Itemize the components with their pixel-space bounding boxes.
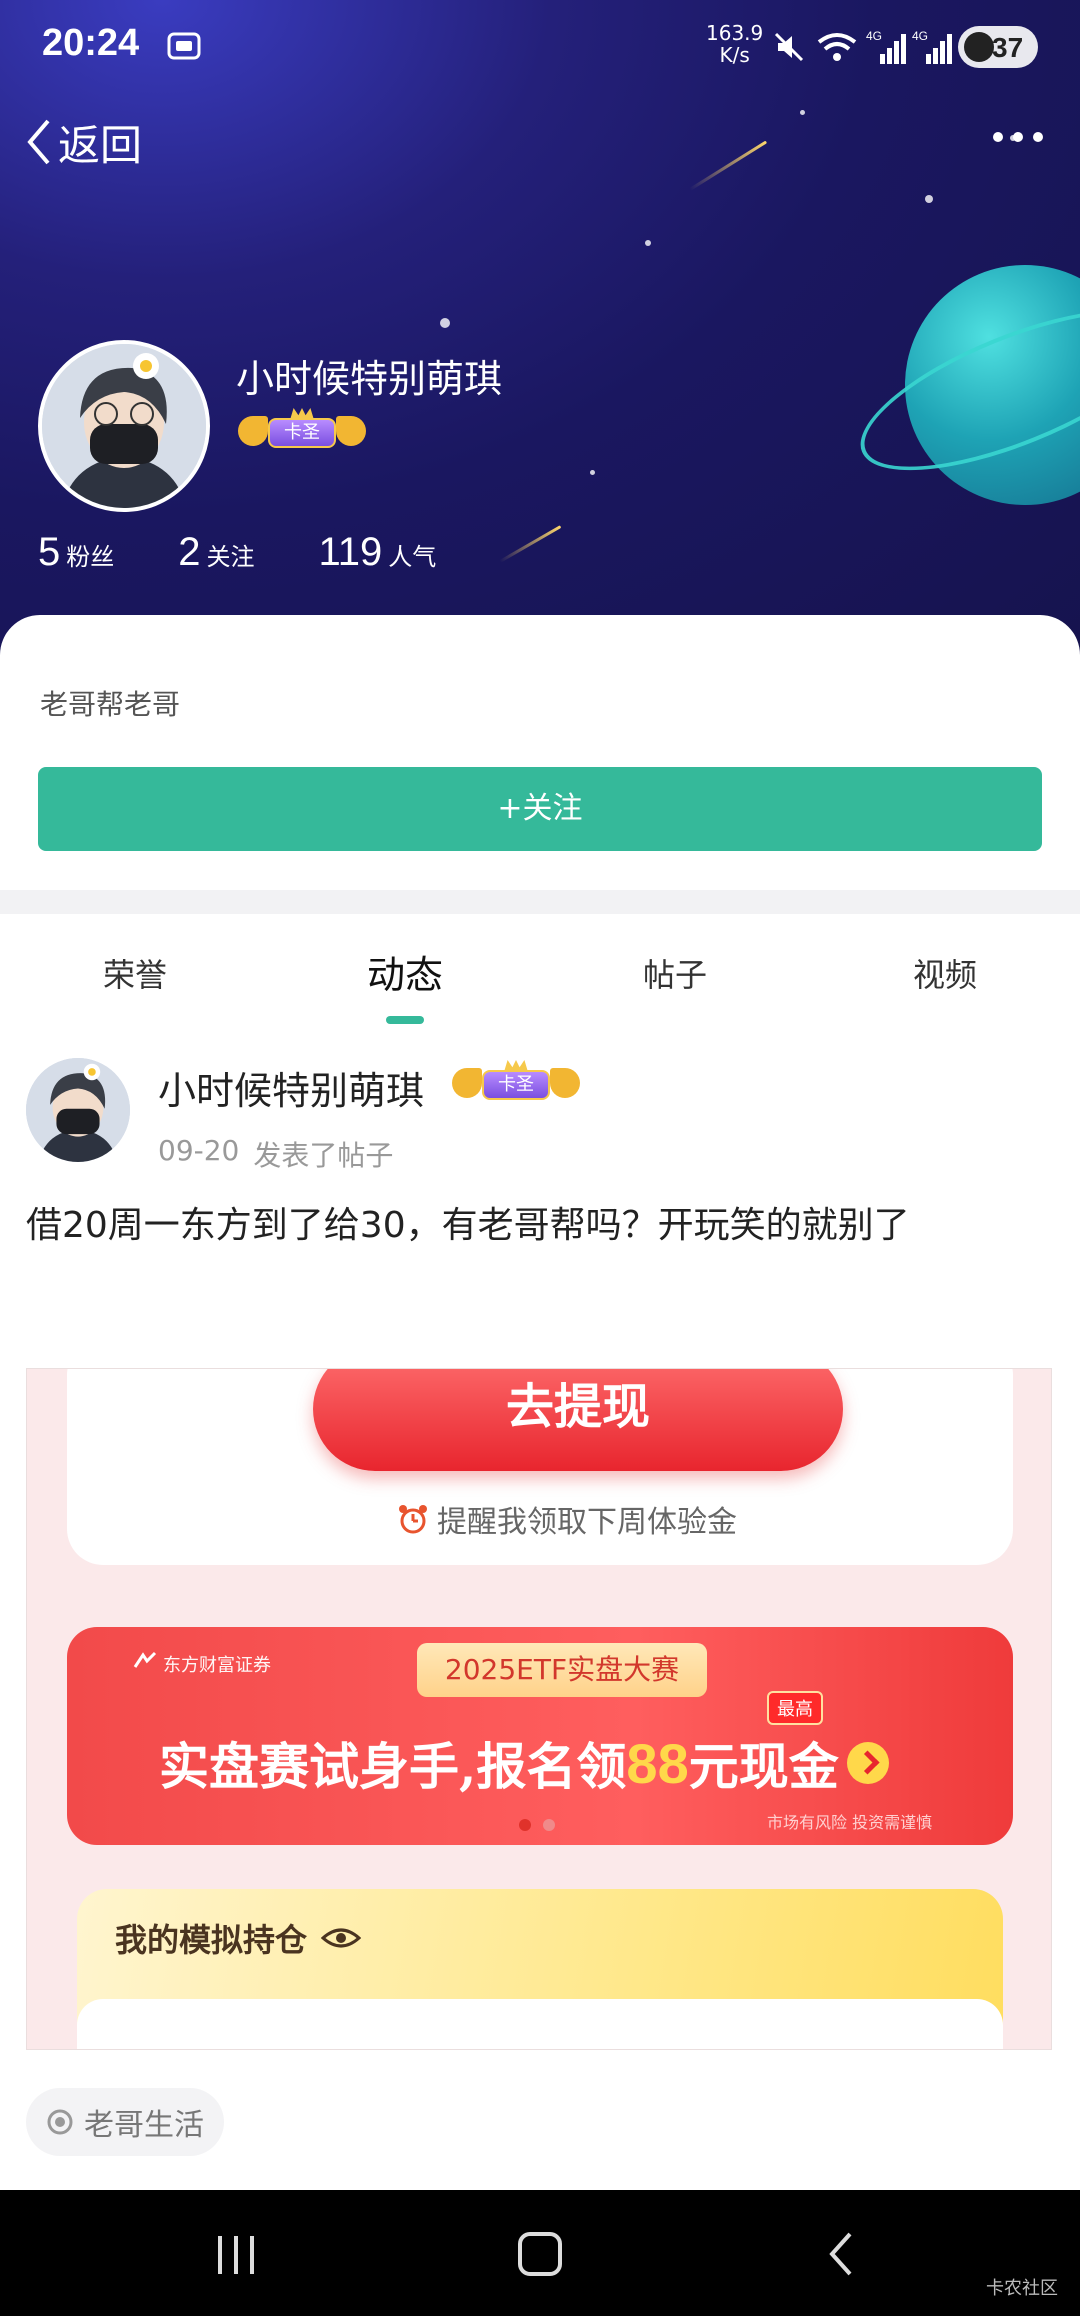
post-meta: 09-20 发表了帖子 xyxy=(158,1134,393,1174)
image-withdraw-button: 去提现 xyxy=(313,1369,843,1471)
net-speed-unit: K/s xyxy=(719,43,750,67)
post-image[interactable]: 去提现 提醒我领取下周体验金 东方财富证券 2025ETF实盘大赛 最高 实盘赛… xyxy=(26,1368,1052,2050)
shooting-star-decor xyxy=(689,140,768,191)
tab-videos[interactable]: 视频 xyxy=(913,950,977,996)
banner-headline: 实盘赛试身手,报名领 88 元现金 xyxy=(159,1727,889,1799)
star-decor xyxy=(440,318,450,328)
shooting-star-decor xyxy=(499,525,562,563)
rank-badge-label: 卡圣 xyxy=(268,418,336,448)
cell-signal-icon: 4G xyxy=(866,29,906,64)
cell-signal-icon: 4G xyxy=(912,29,952,64)
post-author-avatar[interactable] xyxy=(26,1058,130,1162)
screen-record-icon xyxy=(167,32,201,60)
brand-logo-icon xyxy=(133,1651,157,1668)
stat-value: 5 xyxy=(38,530,61,574)
profile-info-card: 老哥帮老哥 +关注 xyxy=(0,615,1080,890)
stat-label: 粉丝 xyxy=(66,543,115,571)
profile-header: 20:24 163.9 K/s 4G 4G 37 返回 小时候特别萌琪 卡圣 5… xyxy=(0,0,1080,660)
chevron-right-icon xyxy=(846,1742,889,1784)
banner-headline-prefix: 实盘赛试身手,报名领 xyxy=(159,1737,627,1796)
stat-label: 人气 xyxy=(388,543,437,571)
topic-icon xyxy=(47,2109,73,2135)
net-type-label: 4G xyxy=(866,29,882,43)
star-decor xyxy=(590,470,595,475)
post-action: 发表了帖子 xyxy=(253,1139,394,1172)
recent-apps-icon[interactable] xyxy=(214,2234,258,2276)
avatar-illustration xyxy=(42,344,206,508)
profile-bio: 老哥帮老哥 xyxy=(40,688,181,721)
follow-button[interactable]: +关注 xyxy=(38,767,1042,851)
star-decor xyxy=(925,195,933,203)
net-type-label: 4G xyxy=(912,29,928,43)
battery-level: 37 xyxy=(992,32,1024,63)
tab-honors[interactable]: 荣誉 xyxy=(103,950,167,996)
topic-tag[interactable]: 老哥生活 xyxy=(26,2088,224,2156)
stat-popularity: 119 人气 xyxy=(319,530,437,575)
chevron-left-icon xyxy=(27,119,50,165)
net-speed-value: 163.9 xyxy=(706,21,764,45)
stat-label: 关注 xyxy=(206,543,255,571)
banner-headline-suffix: 元现金 xyxy=(688,1737,839,1796)
badge-wing-right-icon xyxy=(550,1068,580,1098)
badge-wing-right-icon xyxy=(336,416,366,446)
image-panel: 去提现 提醒我领取下周体验金 xyxy=(67,1369,1013,1565)
net-speed: 163.9 K/s xyxy=(706,22,763,66)
star-decor xyxy=(645,240,651,246)
battery-indicator: 37 xyxy=(958,26,1038,68)
stat-following[interactable]: 2 关注 xyxy=(178,530,254,575)
post-body-text[interactable]: 借20周一东方到了给30，有老哥帮吗？开玩笑的就别了 xyxy=(26,1196,1056,1248)
system-back-icon[interactable] xyxy=(826,2230,856,2278)
stat-value: 119 xyxy=(318,530,383,574)
image-reminder: 提醒我领取下周体验金 xyxy=(397,1497,737,1541)
badge-wing-left-icon xyxy=(452,1068,482,1098)
wifi-icon xyxy=(817,33,857,61)
tab-activity[interactable]: 动态 xyxy=(367,944,443,999)
rank-badge: 卡圣 xyxy=(238,408,366,454)
topic-tag-label: 老哥生活 xyxy=(84,2108,204,2143)
image-holdings-panel: 我的模拟持仓 xyxy=(77,1889,1003,2049)
status-bar: 20:24 163.9 K/s 4G 4G 37 xyxy=(0,0,1080,96)
profile-stats: 5 粉丝 2 关注 119 人气 xyxy=(38,530,500,575)
rank-badge-label: 卡圣 xyxy=(482,1070,550,1100)
stat-value: 2 xyxy=(178,530,201,574)
post-date: 09-20 xyxy=(158,1134,240,1167)
tab-posts[interactable]: 帖子 xyxy=(643,950,707,996)
image-reminder-text: 提醒我领取下周体验金 xyxy=(437,1505,737,1540)
mute-icon xyxy=(774,32,804,62)
active-tab-indicator xyxy=(386,1016,424,1024)
profile-tabs: 荣誉 动态 帖子 视频 xyxy=(0,914,1080,1024)
eye-icon xyxy=(321,1928,362,1948)
back-label: 返回 xyxy=(58,120,143,170)
image-ad-banner: 东方财富证券 2025ETF实盘大赛 最高 实盘赛试身手,报名领 88 元现金 … xyxy=(67,1627,1013,1845)
more-options-icon[interactable] xyxy=(990,124,1046,150)
holdings-title: 我的模拟持仓 xyxy=(115,1915,362,1961)
banner-max-label: 最高 xyxy=(767,1691,823,1725)
battery-saver-icon xyxy=(964,32,994,62)
watermark: 卡农社区 xyxy=(986,2278,1058,2299)
star-decor xyxy=(800,110,805,115)
carousel-dots xyxy=(519,1819,567,1831)
banner-risk-note: 市场有风险 投资需谨慎 xyxy=(767,1813,933,1832)
avatar-illustration xyxy=(26,1058,130,1162)
profile-avatar[interactable] xyxy=(38,340,210,512)
profile-username: 小时候特别萌琪 xyxy=(236,357,503,401)
back-button[interactable]: 返回 xyxy=(22,110,142,174)
banner-brand: 东方财富证券 xyxy=(163,1655,271,1676)
post-author-name[interactable]: 小时候特别萌琪 xyxy=(158,1060,424,1115)
status-time: 20:24 xyxy=(42,22,140,64)
banner-headline-amount: 88 xyxy=(626,1731,689,1795)
home-icon[interactable] xyxy=(518,2232,562,2276)
badge-wing-left-icon xyxy=(238,416,268,446)
holdings-title-text: 我的模拟持仓 xyxy=(115,1921,308,1959)
section-divider xyxy=(0,890,1080,914)
rank-badge: 卡圣 xyxy=(452,1060,580,1106)
banner-tag: 2025ETF实盘大赛 xyxy=(417,1643,707,1697)
system-nav-bar: 卡农社区 xyxy=(0,2190,1080,2316)
stat-followers[interactable]: 5 粉丝 xyxy=(38,530,114,575)
alarm-clock-icon xyxy=(399,1505,427,1534)
holdings-content xyxy=(77,1999,1003,2049)
